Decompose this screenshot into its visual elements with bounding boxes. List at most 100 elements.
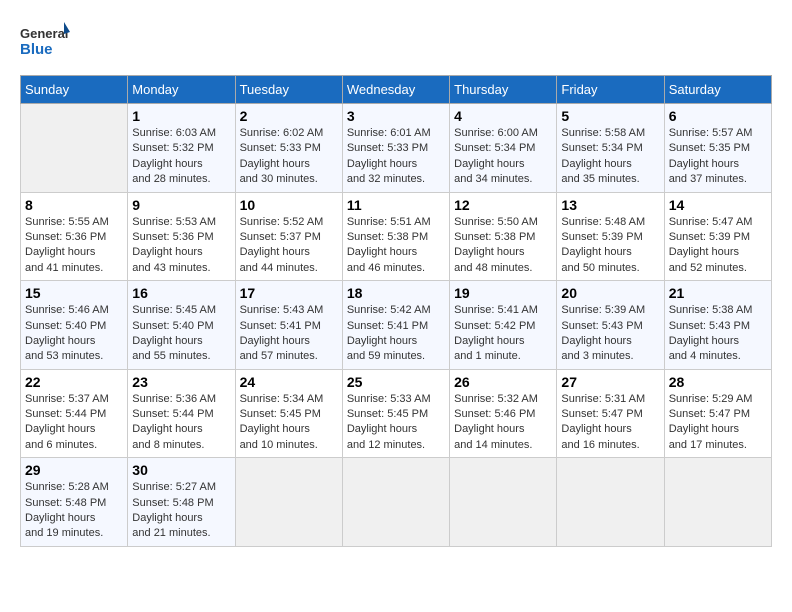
daylight-duration: and 43 minutes. bbox=[132, 262, 210, 274]
day-number: 21 bbox=[669, 285, 767, 301]
day-info: Sunrise: 5:36 AMSunset: 5:44 PMDaylight … bbox=[132, 392, 230, 454]
svg-text:Blue: Blue bbox=[20, 41, 53, 58]
sunrise-info: Sunrise: 5:33 AM bbox=[347, 393, 431, 405]
day-number: 30 bbox=[132, 462, 230, 478]
day-number: 18 bbox=[347, 285, 445, 301]
sunset-info: Sunset: 5:36 PM bbox=[25, 231, 106, 243]
day-info: Sunrise: 5:32 AMSunset: 5:46 PMDaylight … bbox=[454, 392, 552, 454]
calendar-cell: 17Sunrise: 5:43 AMSunset: 5:41 PMDayligh… bbox=[235, 281, 342, 370]
daylight-duration: and 34 minutes. bbox=[454, 173, 532, 185]
day-number: 24 bbox=[240, 374, 338, 390]
daylight-duration: and 44 minutes. bbox=[240, 262, 318, 274]
sunset-info: Sunset: 5:44 PM bbox=[132, 408, 213, 420]
day-info: Sunrise: 5:47 AMSunset: 5:39 PMDaylight … bbox=[669, 215, 767, 277]
sunrise-info: Sunrise: 5:51 AM bbox=[347, 216, 431, 228]
day-number: 15 bbox=[25, 285, 123, 301]
header-day: Friday bbox=[557, 76, 664, 104]
calendar-cell: 10 Sunrise: 5:52 AMSunset: 5:37 PMDayligh… bbox=[235, 192, 342, 281]
daylight-duration: and 59 minutes. bbox=[347, 350, 425, 362]
sunrise-info: Sunrise: 5:31 AM bbox=[561, 393, 645, 405]
calendar-cell: 8Sunrise: 5:55 AMSunset: 5:36 PMDaylight… bbox=[21, 192, 128, 281]
daylight-hours-label: Daylight hours bbox=[347, 423, 417, 435]
daylight-duration: and 32 minutes. bbox=[347, 173, 425, 185]
daylight-duration: and 6 minutes. bbox=[25, 439, 97, 451]
header-day: Thursday bbox=[450, 76, 557, 104]
daylight-hours-label: Daylight hours bbox=[454, 423, 524, 435]
daylight-duration: and 41 minutes. bbox=[25, 262, 103, 274]
daylight-duration: and 8 minutes. bbox=[132, 439, 204, 451]
day-number: 11 bbox=[347, 197, 445, 213]
calendar-cell bbox=[557, 458, 664, 547]
sunset-info: Sunset: 5:44 PM bbox=[25, 408, 106, 420]
sunset-info: Sunset: 5:47 PM bbox=[669, 408, 750, 420]
sunrise-info: Sunrise: 5:45 AM bbox=[132, 304, 216, 316]
daylight-duration: and 48 minutes. bbox=[454, 262, 532, 274]
daylight-hours-label: Daylight hours bbox=[240, 246, 310, 258]
daylight-hours-label: Daylight hours bbox=[561, 335, 631, 347]
calendar-cell: 2Sunrise: 6:02 AMSunset: 5:33 PMDaylight… bbox=[235, 104, 342, 193]
daylight-hours-label: Daylight hours bbox=[132, 512, 202, 524]
calendar-cell: 16Sunrise: 5:45 AMSunset: 5:40 PMDayligh… bbox=[128, 281, 235, 370]
day-info: Sunrise: 5:42 AMSunset: 5:41 PMDaylight … bbox=[347, 303, 445, 365]
sunrise-info: Sunrise: 5:39 AM bbox=[561, 304, 645, 316]
day-number: 26 bbox=[454, 374, 552, 390]
daylight-hours-label: Daylight hours bbox=[454, 335, 524, 347]
calendar-cell bbox=[21, 104, 128, 193]
day-number: 20 bbox=[561, 285, 659, 301]
day-number: 13 bbox=[561, 197, 659, 213]
day-info: Sunrise: 5:27 AMSunset: 5:48 PMDaylight … bbox=[132, 480, 230, 542]
day-number: 29 bbox=[25, 462, 123, 478]
day-info: Sunrise: 5:52 AMSunset: 5:37 PMDaylight … bbox=[240, 215, 338, 277]
daylight-duration: and 37 minutes. bbox=[669, 173, 747, 185]
sunset-info: Sunset: 5:40 PM bbox=[25, 320, 106, 332]
sunset-info: Sunset: 5:38 PM bbox=[454, 231, 535, 243]
sunset-info: Sunset: 5:32 PM bbox=[132, 142, 213, 154]
sunrise-info: Sunrise: 5:28 AM bbox=[25, 481, 109, 493]
day-info: Sunrise: 6:03 AMSunset: 5:32 PMDaylight … bbox=[132, 126, 230, 188]
sunset-info: Sunset: 5:45 PM bbox=[240, 408, 321, 420]
calendar-cell: 29Sunrise: 5:28 AMSunset: 5:48 PMDayligh… bbox=[21, 458, 128, 547]
sunset-info: Sunset: 5:48 PM bbox=[132, 497, 213, 509]
daylight-hours-label: Daylight hours bbox=[132, 335, 202, 347]
day-number: 10 bbox=[240, 197, 338, 213]
sunrise-info: Sunrise: 5:47 AM bbox=[669, 216, 753, 228]
logo-svg: General Blue bbox=[20, 20, 70, 65]
calendar-cell: 30 Sunrise: 5:27 AMSunset: 5:48 PMDayligh… bbox=[128, 458, 235, 547]
day-number: 12 bbox=[454, 197, 552, 213]
day-number: 14 bbox=[669, 197, 767, 213]
calendar-cell: 1Sunrise: 6:03 AMSunset: 5:32 PMDaylight… bbox=[128, 104, 235, 193]
daylight-hours-label: Daylight hours bbox=[669, 335, 739, 347]
daylight-duration: and 1 minute. bbox=[454, 350, 521, 362]
day-number: 22 bbox=[25, 374, 123, 390]
day-info: Sunrise: 5:58 AMSunset: 5:34 PMDaylight … bbox=[561, 126, 659, 188]
calendar-cell bbox=[450, 458, 557, 547]
day-number: 5 bbox=[561, 108, 659, 124]
sunrise-info: Sunrise: 5:48 AM bbox=[561, 216, 645, 228]
sunrise-info: Sunrise: 5:41 AM bbox=[454, 304, 538, 316]
daylight-duration: and 16 minutes. bbox=[561, 439, 639, 451]
daylight-hours-label: Daylight hours bbox=[25, 335, 95, 347]
sunrise-info: Sunrise: 5:46 AM bbox=[25, 304, 109, 316]
calendar-cell: 6Sunrise: 5:57 AMSunset: 5:35 PMDaylight… bbox=[664, 104, 771, 193]
sunrise-info: Sunrise: 5:42 AM bbox=[347, 304, 431, 316]
daylight-duration: and 12 minutes. bbox=[347, 439, 425, 451]
day-number: 8 bbox=[25, 197, 123, 213]
daylight-duration: and 3 minutes. bbox=[561, 350, 633, 362]
daylight-hours-label: Daylight hours bbox=[669, 158, 739, 170]
sunrise-info: Sunrise: 5:34 AM bbox=[240, 393, 324, 405]
day-info: Sunrise: 5:43 AMSunset: 5:41 PMDaylight … bbox=[240, 303, 338, 365]
day-info: Sunrise: 5:33 AMSunset: 5:45 PMDaylight … bbox=[347, 392, 445, 454]
day-number: 16 bbox=[132, 285, 230, 301]
sunset-info: Sunset: 5:34 PM bbox=[454, 142, 535, 154]
header-day: Monday bbox=[128, 76, 235, 104]
calendar-week: 1Sunrise: 6:03 AMSunset: 5:32 PMDaylight… bbox=[21, 104, 772, 193]
svg-text:General: General bbox=[20, 26, 68, 41]
header-day: Saturday bbox=[664, 76, 771, 104]
calendar-cell: 14 Sunrise: 5:47 AMSunset: 5:39 PMDayligh… bbox=[664, 192, 771, 281]
sunset-info: Sunset: 5:34 PM bbox=[561, 142, 642, 154]
daylight-hours-label: Daylight hours bbox=[561, 423, 631, 435]
daylight-hours-label: Daylight hours bbox=[240, 158, 310, 170]
day-number: 9 bbox=[132, 197, 230, 213]
sunset-info: Sunset: 5:48 PM bbox=[25, 497, 106, 509]
day-info: Sunrise: 5:38 AMSunset: 5:43 PMDaylight … bbox=[669, 303, 767, 365]
